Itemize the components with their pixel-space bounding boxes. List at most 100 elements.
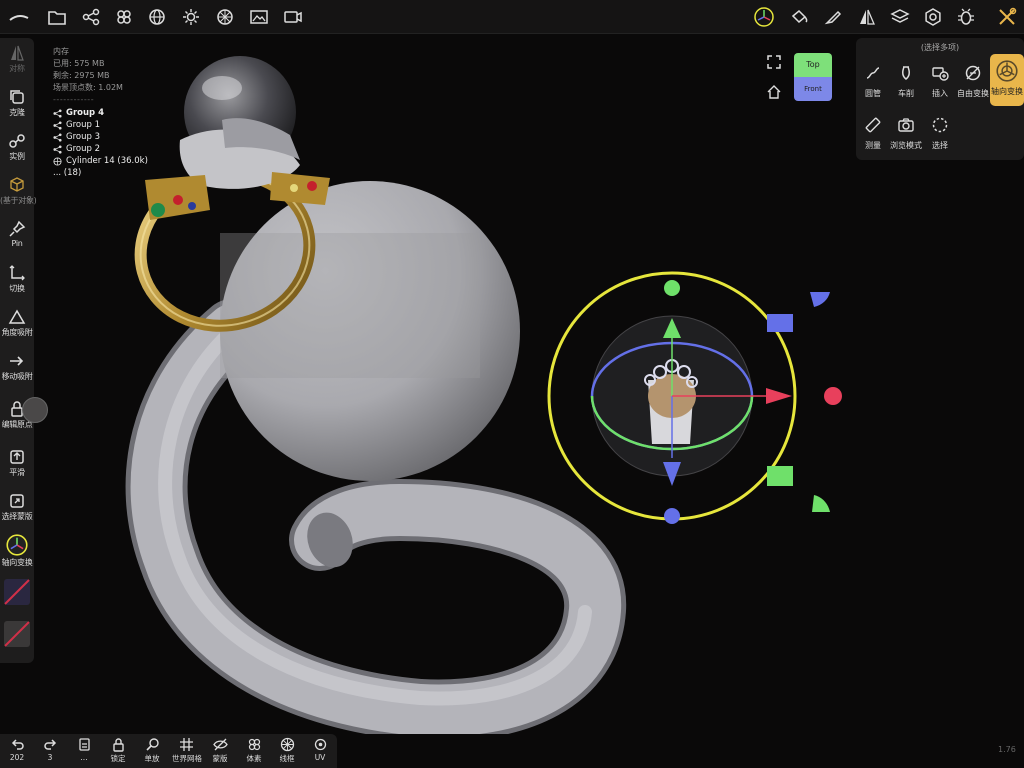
tree-item[interactable]: Group 2 <box>53 143 148 155</box>
lock-label: 锁定 <box>110 754 126 763</box>
measure-label: 测量 <box>865 141 881 150</box>
select-mask-button[interactable]: 选择蒙版 <box>0 492 34 522</box>
symmetry-label: 对称 <box>9 64 25 73</box>
bug-icon[interactable] <box>955 6 977 28</box>
insert-icon <box>932 67 949 81</box>
tree-item[interactable]: Group 1 <box>53 119 148 131</box>
move-snap-button[interactable]: 移动吸附 <box>0 352 34 382</box>
tools-icon[interactable] <box>996 6 1018 28</box>
memory-remaining: 剩余: 2975 MB <box>53 71 110 80</box>
measure-button[interactable]: 测量 <box>856 116 890 151</box>
select-label: 选择 <box>932 141 948 150</box>
switch-button[interactable]: 切换 <box>0 264 34 294</box>
pin-icon <box>9 220 26 237</box>
edit-origin-slider-knob[interactable] <box>22 397 48 423</box>
angle-snap-button[interactable]: 角度吸附 <box>0 308 34 338</box>
paint-bucket-icon[interactable] <box>789 6 811 28</box>
memory-divider: - - - - - - - - - - - - <box>53 95 94 104</box>
wireframe-label: 线框 <box>279 754 295 763</box>
plane-handle-blue <box>810 292 830 307</box>
angle-snap-icon <box>8 309 26 324</box>
fullscreen-icon[interactable] <box>767 54 781 69</box>
layers-icon[interactable] <box>889 6 911 28</box>
axis-transform-button[interactable]: 轴向变换 <box>0 534 34 568</box>
sun-icon[interactable] <box>180 6 202 28</box>
color-swatch-secondary[interactable] <box>0 620 34 650</box>
uv-button[interactable]: UV <box>306 737 334 762</box>
tree-item-more[interactable]: ... (18) <box>53 167 148 179</box>
symmetry-icon <box>11 45 24 61</box>
tube-button[interactable]: 圆管 <box>856 64 890 99</box>
color-swatch-icon <box>4 621 30 647</box>
mesh-icon <box>53 156 62 166</box>
menu-icon[interactable] <box>8 6 30 28</box>
clone-icon <box>10 90 24 104</box>
image-icon[interactable] <box>248 6 270 28</box>
settings-icon[interactable] <box>922 6 944 28</box>
wireframe-button[interactable]: 线框 <box>273 737 301 764</box>
clone-button[interactable]: 克隆 <box>0 88 34 118</box>
app-window: 内存 已用: 575 MB 剩余: 2975 MB 场景顶点数: 1.02M -… <box>0 0 1024 768</box>
lock-button[interactable]: 锁定 <box>104 737 132 764</box>
angle-snap-label: 角度吸附 <box>1 328 33 337</box>
tree-item[interactable]: Cylinder 14 (36.0k) <box>53 155 148 167</box>
mask-icon <box>10 494 24 508</box>
gizmo-icon[interactable] <box>753 6 775 28</box>
share-icon[interactable] <box>80 6 102 28</box>
move-snap-icon <box>10 356 24 366</box>
lathe-label: 车削 <box>898 89 914 98</box>
uv-label: UV <box>314 753 326 762</box>
undo-button[interactable]: 202 <box>3 737 31 762</box>
smooth-button[interactable]: 平滑 <box>0 448 34 478</box>
symmetry-button[interactable]: 对称 <box>0 44 34 74</box>
color-swatch-icon <box>4 579 30 605</box>
scene-icon[interactable] <box>113 6 135 28</box>
mirror-icon[interactable] <box>856 6 878 28</box>
sphere-object[interactable] <box>220 181 520 481</box>
pin-button[interactable]: Pin <box>0 220 34 248</box>
tree-item[interactable]: Group 4 <box>53 107 148 119</box>
world-grid-button[interactable]: 世界网格 <box>172 737 202 764</box>
lock-icon <box>112 738 124 752</box>
browse-mode-button[interactable]: 浏览模式 <box>889 116 923 151</box>
color-swatch-primary[interactable] <box>0 578 34 608</box>
plane-handle-green <box>812 495 830 512</box>
tree-item-label: Cylinder 14 (36.0k) <box>66 156 148 166</box>
instance-button[interactable]: 实例 <box>0 132 34 162</box>
world-grid-label: 世界网格 <box>172 754 202 763</box>
video-icon[interactable] <box>282 6 304 28</box>
gem-cluster-right <box>270 172 330 205</box>
mask-button[interactable]: 蒙版 <box>206 737 234 764</box>
solo-button[interactable]: 单放 <box>138 737 166 764</box>
transform-popup: (选择多项) 圆管 车削 插入 自由变换 轴向变换 测量 浏览模式 选择 <box>856 38 1024 160</box>
voxel-button[interactable]: 体素 <box>240 737 268 764</box>
voxel-icon <box>248 738 260 751</box>
axis-x-arrow <box>766 388 792 404</box>
insert-button[interactable]: 插入 <box>923 64 957 99</box>
object-mode-button[interactable]: (基于对象) <box>0 176 37 206</box>
rotate-handle-y <box>664 280 680 296</box>
globe-icon[interactable] <box>146 6 168 28</box>
view-cube-top[interactable]: Top <box>794 53 832 77</box>
free-transform-label: 自由变换 <box>957 89 989 98</box>
history-button[interactable]: ... <box>70 737 98 762</box>
select-button[interactable]: 选择 <box>923 116 957 151</box>
object-mode-label: (基于对象) <box>0 196 37 205</box>
view-cube[interactable]: Top Front <box>794 53 832 101</box>
scene-tree: Group 4 Group 1 Group 3 Group 2 Cylinder… <box>53 107 148 179</box>
material-icon[interactable] <box>214 6 236 28</box>
axis-transform-popup-button[interactable]: 轴向变换 <box>990 54 1024 106</box>
folder-icon[interactable] <box>46 6 68 28</box>
tree-item[interactable]: Group 3 <box>53 131 148 143</box>
axis-gizmo[interactable] <box>547 271 842 524</box>
redo-button[interactable]: 3 <box>36 737 64 762</box>
home-icon[interactable] <box>767 84 781 99</box>
free-transform-button[interactable]: 自由变换 <box>956 64 990 99</box>
voxel-label: 体素 <box>246 754 262 763</box>
free-transform-icon <box>965 65 981 81</box>
select-mask-label: 选择蒙版 <box>1 512 33 521</box>
view-cube-front[interactable]: Front <box>794 77 832 101</box>
brush-icon[interactable] <box>822 6 844 28</box>
lathe-button[interactable]: 车削 <box>889 64 923 99</box>
redo-icon <box>43 739 56 750</box>
